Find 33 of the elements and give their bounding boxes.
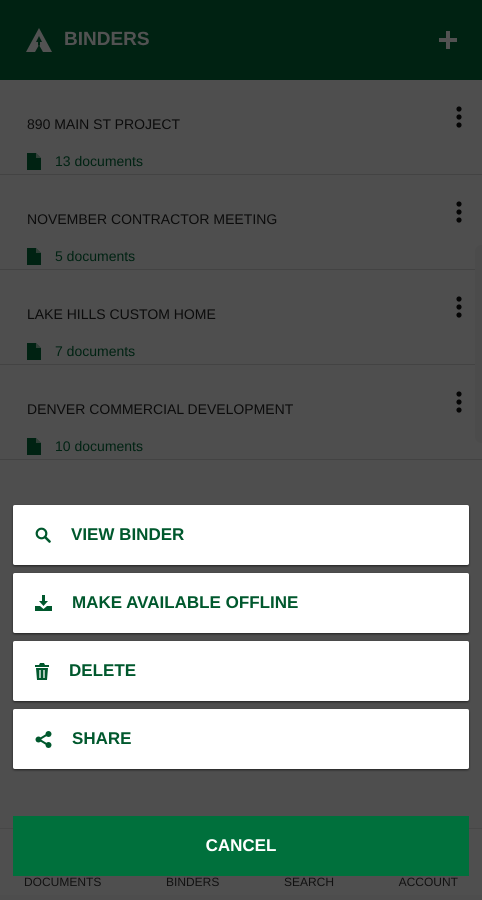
- more-menu-icon[interactable]: [456, 106, 462, 128]
- logo-icon: [26, 28, 52, 52]
- binder-name: LAKE HILLS CUSTOM HOME: [27, 305, 217, 324]
- document-icon: [27, 343, 41, 360]
- document-count: 5 documents: [55, 247, 136, 266]
- action-button[interactable]: DELETE: [13, 641, 469, 701]
- nav-tab[interactable]: BINDERS: [166, 873, 220, 891]
- document-count: 10 documents: [55, 437, 143, 456]
- screen-title: BINDERS: [64, 28, 150, 52]
- share-icon: [35, 730, 52, 748]
- action-button[interactable]: SHARE: [13, 709, 469, 769]
- document-count: 7 documents: [55, 342, 136, 361]
- binder-row[interactable]: 890 MAIN ST PROJECT 13 documents: [0, 80, 482, 175]
- document-count: 13 documents: [55, 152, 143, 171]
- more-menu-icon[interactable]: [456, 296, 462, 318]
- action-button[interactable]: VIEW BINDER: [13, 505, 469, 565]
- nav-tab[interactable]: SEARCH: [284, 873, 334, 891]
- search-icon: [35, 527, 51, 543]
- document-icon: [27, 153, 41, 170]
- add-button[interactable]: [438, 30, 458, 50]
- nav-tab[interactable]: DOCUMENTS: [24, 873, 102, 891]
- download-icon: [35, 595, 52, 611]
- trash-icon: [35, 662, 49, 680]
- nav-tab[interactable]: ACCOUNT: [398, 873, 458, 891]
- binder-name: NOVEMBER CONTRACTOR MEETING: [27, 210, 278, 229]
- binder-name: DENVER COMMERCIAL DEVELOPMENT: [27, 400, 294, 419]
- binder-name: 890 MAIN ST PROJECT: [27, 115, 182, 134]
- document-icon: [27, 248, 41, 265]
- more-menu-icon[interactable]: [456, 201, 462, 223]
- document-icon: [27, 438, 41, 455]
- cancel-button[interactable]: CANCEL: [13, 816, 469, 876]
- action-button[interactable]: MAKE AVAILABLE OFFLINE: [13, 573, 469, 633]
- more-menu-icon[interactable]: [456, 391, 462, 413]
